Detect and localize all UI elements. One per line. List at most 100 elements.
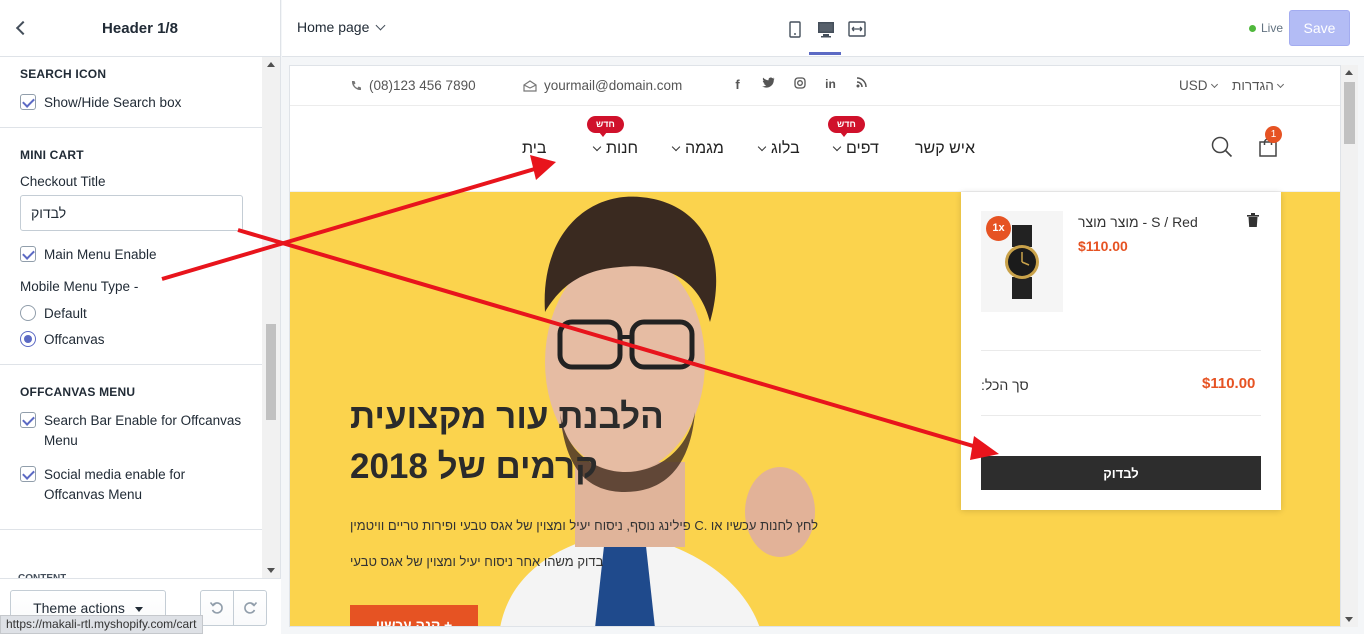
trash-icon[interactable] [1247,213,1259,227]
main-menu-enable-checkbox[interactable] [20,246,36,262]
chevron-down-icon [832,142,842,152]
browser-status-url: https://makali-rtl.myshopify.com/cart [0,615,203,634]
chevron-down-icon [757,142,767,152]
phone-contact: (08)123 456 7890 [350,78,476,93]
scroll-down-arrow-icon[interactable] [1345,617,1353,622]
preview-area: (08)123 456 7890 yourmail@domain.com f i… [282,57,1364,634]
hero-title-line2: קרמים של 2018 [350,447,599,486]
page-selector-label: Home page [297,19,370,35]
back-arrow-icon[interactable] [12,18,32,38]
undo-button[interactable] [200,590,234,626]
main-menu-enable-row[interactable]: Main Menu Enable [20,245,243,265]
live-status: Live [1249,21,1283,35]
new-badge: חדש [587,116,624,137]
show-hide-search-checkbox[interactable] [20,94,36,110]
nav-blog[interactable]: בלוג [757,140,800,158]
radio-label: Default [44,306,87,321]
social-links: f in [722,77,877,92]
radio-offcanvas[interactable] [20,331,36,347]
settings-label: הגדרות [1232,78,1274,93]
nav-contact[interactable]: איש קשר [915,140,975,158]
scroll-down-arrow-icon[interactable] [267,568,275,573]
shop-now-button[interactable]: קנה עכשיו + [350,605,478,626]
scroll-up-arrow-icon[interactable] [1345,70,1353,75]
cart-item-name[interactable]: מוצר מוצר - S / Red [1078,214,1198,230]
page-selector[interactable]: Home page [297,19,386,35]
search-bar-offcanvas-row[interactable]: Search Bar Enable for Offcanvas Menu [20,411,243,451]
currency-label: USD [1179,78,1208,93]
checkbox-label: Search Bar Enable for Offcanvas Menu [44,413,242,448]
nav-home[interactable]: בית [522,140,546,158]
new-badge: חדש [828,116,865,137]
chevron-down-icon [1210,80,1218,88]
live-dot-icon [1249,24,1256,32]
checkbox-label: Main Menu Enable [44,247,157,262]
section-heading: OFFCANVAS MENU [20,385,136,399]
desktop-view-button[interactable] [809,18,841,55]
email-contact: yourmail@domain.com [523,78,682,93]
redo-icon [244,601,258,614]
nav-trend[interactable]: מגמה [671,140,724,158]
chevron-down-icon [1276,80,1284,88]
divider [981,415,1261,416]
scroll-thumb[interactable] [266,324,276,420]
panel-scrollbar[interactable] [262,57,280,578]
panel-header: Header 1/8 [0,0,280,57]
search-icon[interactable] [1211,136,1233,158]
live-label: Live [1261,21,1284,35]
quantity-badge: 1x [986,216,1011,241]
nav-label: חנות [606,140,638,157]
search-bar-offcanvas-checkbox[interactable] [20,412,36,428]
mobile-menu-type-label: Mobile Menu Type - [20,279,139,294]
linkedin-icon[interactable]: in [815,77,846,92]
phone-number: (08)123 456 7890 [369,78,476,93]
nav-label: איש קשר [915,140,975,157]
rss-icon[interactable] [846,77,877,92]
store-nav: חדש חדש בית חנות מגמה בלוג דפים איש קשר … [290,106,1340,192]
nav-label: בית [522,140,547,157]
chevron-down-icon [671,142,681,152]
nav-shop[interactable]: חנות [592,140,638,158]
divider [981,350,1261,351]
chevron-down-icon [592,142,602,152]
section-offcanvas-menu: OFFCANVAS MENU Search Bar Enable for Off… [0,365,263,530]
radio-offcanvas-row[interactable]: Offcanvas [20,330,243,350]
redo-button[interactable] [233,590,267,626]
radio-default[interactable] [20,305,36,321]
radio-default-row[interactable]: Default [20,304,243,324]
expand-width-icon [847,21,866,37]
checkout-title-input[interactable] [20,195,243,231]
hero-text-1: לחץ לחנות עכשיו או .C פילינג נוסף, ניסוח… [350,518,819,533]
theme-editor-panel: Header 1/8 SEARCH ICON Show/Hide Search … [0,0,281,634]
preview-scrollbar[interactable] [1341,65,1358,627]
chevron-down-icon [375,20,386,30]
scroll-up-arrow-icon[interactable] [267,62,275,67]
cart-count-badge: 1 [1265,126,1282,143]
fullwidth-view-button[interactable] [841,18,872,40]
facebook-icon[interactable]: f [722,77,753,92]
store-preview: (08)123 456 7890 yourmail@domain.com f i… [289,65,1341,627]
section-heading: SEARCH ICON [20,67,107,81]
scroll-thumb[interactable] [1344,82,1355,144]
checkbox-label: Show/Hide Search box [44,95,182,110]
mobile-view-button[interactable] [779,18,810,40]
radio-label: Offcanvas [44,332,105,347]
store-topbar: (08)123 456 7890 yourmail@domain.com f i… [290,66,1340,106]
show-hide-search-checkbox-row[interactable]: Show/Hide Search box [20,93,243,113]
save-button[interactable]: Save [1289,10,1350,46]
currency-dropdown[interactable]: USD [1179,78,1218,93]
caret-down-icon [134,607,143,612]
section-mini-cart: MINI CART Checkout Title Main Menu Enabl… [0,128,263,365]
mail-icon [523,79,537,92]
device-switcher [779,18,872,55]
checkout-title-label: Checkout Title [20,174,106,189]
nav-pages[interactable]: דפים [832,140,879,158]
social-media-offcanvas-row[interactable]: Social media enable for Offcanvas Menu [20,465,243,505]
nav-label: דפים [846,140,879,157]
twitter-icon[interactable] [753,77,784,92]
checkout-button[interactable]: לבדוק [981,456,1261,490]
instagram-icon[interactable] [784,77,815,92]
settings-dropdown[interactable]: הגדרות [1232,78,1284,93]
section-heading: MINI CART [20,148,84,162]
social-media-offcanvas-checkbox[interactable] [20,466,36,482]
